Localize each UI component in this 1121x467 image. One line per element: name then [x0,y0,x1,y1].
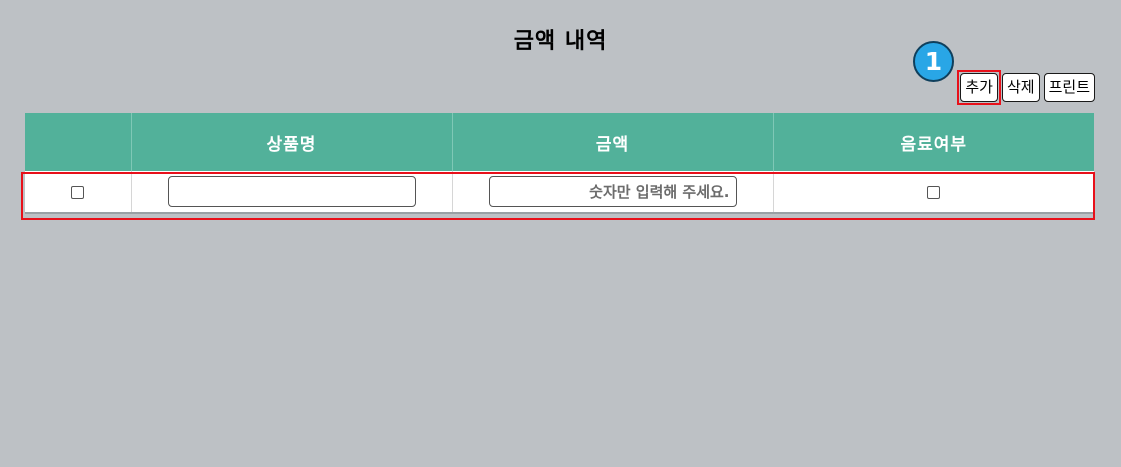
table-header-row: 상품명 금액 음료여부 [25,113,1094,171]
page-title: 금액 내역 [513,29,608,54]
add-button-wrapper: 추가 [957,70,1001,105]
row-select-checkbox[interactable] [71,186,85,199]
beverage-checkbox[interactable] [927,186,941,199]
delete-button[interactable]: 삭제 [1001,73,1040,102]
amount-input[interactable] [488,176,737,207]
beverage-cell [772,171,1094,213]
product-name-input[interactable] [167,176,416,207]
product-name-cell [130,171,452,213]
table-row [25,171,1094,213]
select-cell [25,171,131,213]
toolbar: 추가 삭제 프린트 [957,70,1095,105]
print-button[interactable]: 프린트 [1043,73,1095,102]
add-button[interactable]: 추가 [960,73,998,102]
column-header-select [25,113,131,171]
column-header-product-name: 상품명 [130,113,452,171]
amount-table: 상품명 금액 음료여부 [25,113,1094,214]
amount-cell [451,171,773,213]
step-badge: 1 [913,41,954,82]
column-header-beverage: 음료여부 [772,113,1094,171]
column-header-amount: 금액 [451,113,773,171]
